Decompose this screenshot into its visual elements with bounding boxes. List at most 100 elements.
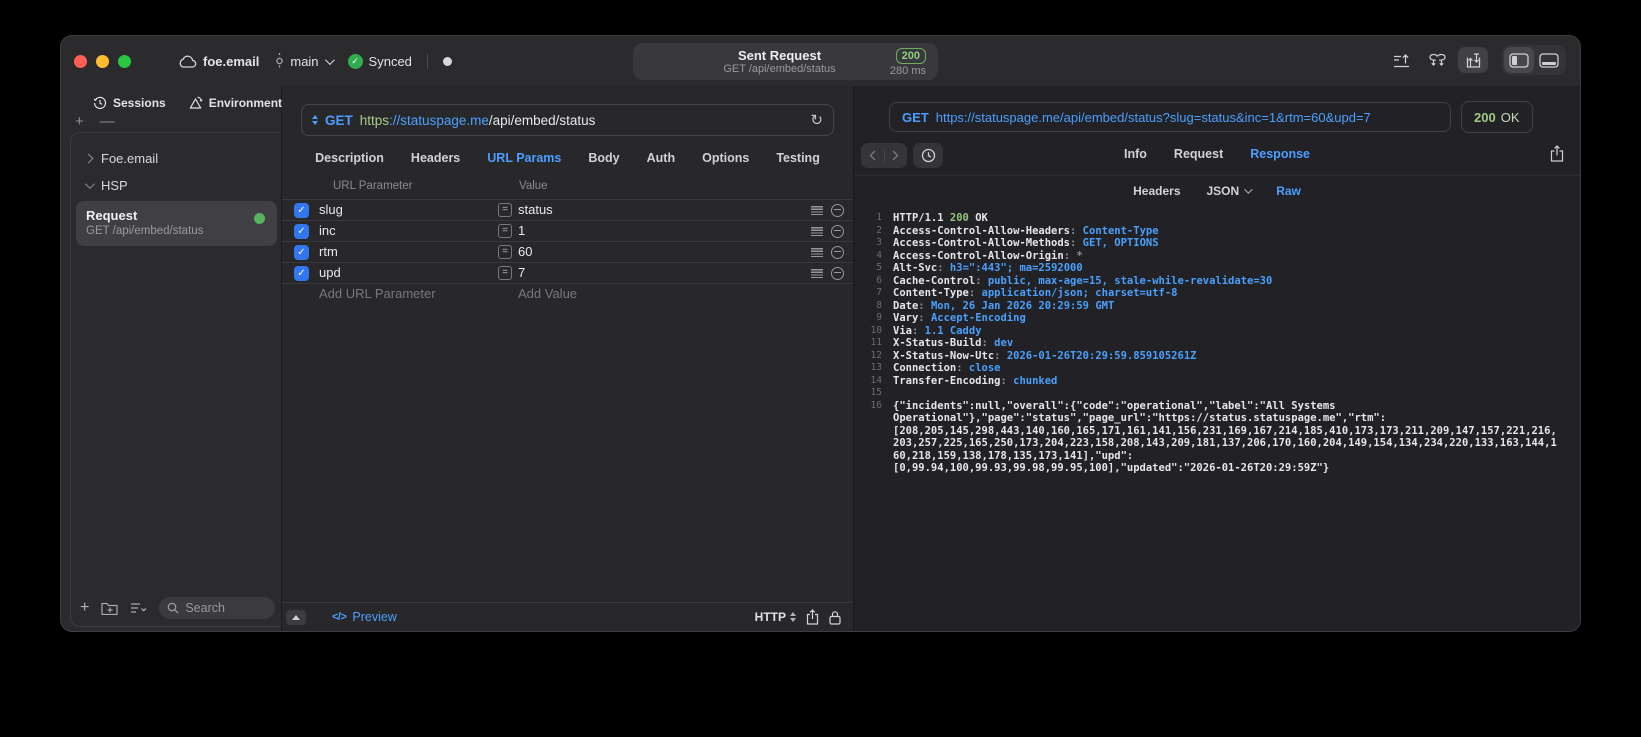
request-subtitle: GET /api/embed/status [723, 62, 836, 75]
response-status-code: 200 [1474, 109, 1496, 125]
branch-selector[interactable]: main [275, 53, 335, 69]
search-input[interactable] [159, 597, 275, 619]
protocol-selector[interactable]: HTTP [755, 610, 796, 624]
reorder-icon[interactable] [811, 247, 823, 257]
tab-sessions-label: Sessions [113, 96, 166, 110]
subtab-label: JSON [1206, 184, 1240, 198]
add-param-value-placeholder[interactable]: Add Value [518, 286, 577, 301]
code-line: 5 Alt-Svc: h3=":443"; ma=2592000 [866, 262, 1570, 275]
remove-param-icon[interactable] [831, 245, 844, 259]
project-button[interactable]: foe.email [178, 54, 259, 69]
line-content: X-Status-Now-Utc: 2026-01-26T20:29:59.85… [893, 349, 1197, 362]
tree-item-label: HSP [101, 178, 128, 193]
request-method[interactable]: GET [325, 113, 353, 128]
sidebar-search[interactable] [159, 597, 275, 619]
reorder-icon[interactable] [811, 226, 823, 236]
new-folder-button[interactable] [101, 601, 118, 615]
request-item-title: Request [86, 208, 138, 223]
minimize-window-button[interactable] [96, 54, 109, 68]
sync-status[interactable]: ✓ Synced [347, 53, 412, 69]
tab-auth[interactable]: Auth [647, 151, 675, 165]
expand-panel-button[interactable] [286, 609, 306, 625]
subtab-json[interactable]: JSON [1206, 184, 1253, 198]
tree-item-hsp[interactable]: HSP [71, 172, 281, 199]
resend-icon[interactable]: ↻ [810, 111, 823, 129]
sidebar-footer: + [71, 590, 281, 626]
new-request-button[interactable]: + [80, 600, 89, 616]
param-value-input[interactable]: 60 [518, 244, 532, 259]
tab-environments[interactable]: Environments [188, 96, 289, 110]
response-tabs: Info Request Response [1124, 147, 1310, 161]
column-url-parameter: URL Parameter [333, 180, 413, 192]
method-stepper-icon[interactable] [312, 115, 318, 125]
param-row: ✓ slug = status [282, 199, 853, 220]
param-checkbox[interactable]: ✓ [294, 223, 309, 239]
preview-button[interactable]: </> Preview [332, 610, 397, 624]
tree-item-label: Foe.email [101, 151, 159, 166]
tab-options[interactable]: Options [702, 151, 749, 165]
url-scheme: https [359, 112, 390, 128]
remove-session-button[interactable]: — [100, 114, 115, 129]
add-session-button[interactable]: + [75, 114, 84, 129]
lasso-sync-button[interactable] [1422, 47, 1452, 73]
param-checkbox[interactable]: ✓ [294, 202, 309, 218]
line-number: 16 [870, 399, 882, 411]
export-list-button[interactable] [1386, 47, 1416, 73]
param-name-input[interactable]: rtm [319, 244, 338, 259]
response-url-box[interactable]: GET https://statuspage.me/api/embed/stat… [889, 102, 1451, 132]
response-status-text: OK [1500, 109, 1520, 125]
tab-url-params[interactable]: URL Params [487, 151, 561, 165]
share-response-button[interactable] [1550, 145, 1564, 162]
toggle-sidebar-button[interactable] [1504, 47, 1534, 73]
subtab-raw[interactable]: Raw [1276, 184, 1301, 198]
subtab-label: Raw [1276, 184, 1301, 198]
tab-info[interactable]: Info [1124, 147, 1147, 161]
response-top-bar: GET https://statuspage.me/api/embed/stat… [889, 101, 1580, 133]
param-checkbox[interactable]: ✓ [294, 244, 309, 260]
lock-button[interactable] [829, 610, 841, 625]
tab-headers[interactable]: Headers [411, 151, 460, 165]
request-url-bar[interactable]: GET https://statuspage.me/api/embed/stat… [301, 104, 834, 136]
add-param-row[interactable]: Add URL Parameter Add Value [282, 283, 853, 304]
request-list-item-selected[interactable]: Request GET /api/embed/status [76, 201, 277, 246]
request-url[interactable]: https://statuspage.me/api/embed/status [360, 113, 596, 128]
param-name-input[interactable]: inc [319, 223, 336, 238]
list-view-button[interactable] [130, 602, 147, 614]
close-window-button[interactable] [74, 54, 87, 68]
param-value-input[interactable]: 1 [518, 223, 525, 238]
zoom-window-button[interactable] [118, 54, 131, 68]
remove-param-icon[interactable] [831, 266, 844, 280]
tab-description[interactable]: Description [315, 151, 384, 165]
tab-sessions[interactable]: Sessions [93, 96, 166, 110]
share-request-button[interactable] [806, 609, 819, 625]
code-line: 10 Via: 1.1 Caddy [866, 325, 1570, 338]
param-name-input[interactable]: slug [319, 202, 343, 217]
forward-button[interactable] [885, 150, 908, 161]
add-param-name-placeholder[interactable]: Add URL Parameter [319, 286, 436, 301]
remove-param-icon[interactable] [831, 203, 844, 217]
remove-param-icon[interactable] [831, 224, 844, 238]
line-number: 10 [870, 324, 882, 336]
tab-request[interactable]: Request [1174, 147, 1223, 161]
param-value-input[interactable]: status [518, 202, 553, 217]
tree-item-foe-email[interactable]: Foe.email [71, 145, 281, 172]
tab-testing[interactable]: Testing [776, 151, 820, 165]
bottom-panel-toggle-icon [1539, 52, 1559, 68]
code-line: 11 X-Status-Build: dev [866, 337, 1570, 350]
param-row: ✓ rtm = 60 [282, 241, 853, 262]
back-button[interactable] [861, 150, 884, 161]
reorder-icon[interactable] [811, 268, 823, 278]
reorder-icon[interactable] [811, 205, 823, 215]
sent-request-pill[interactable]: Sent Request GET /api/embed/status 200 2… [633, 43, 938, 80]
send-receive-button[interactable] [1458, 47, 1488, 73]
export-list-icon [1393, 53, 1410, 68]
line-number: 2 [876, 224, 882, 236]
tab-response[interactable]: Response [1250, 147, 1310, 161]
param-name-input[interactable]: upd [319, 265, 341, 280]
param-checkbox[interactable]: ✓ [294, 265, 309, 281]
history-clock-button[interactable] [913, 143, 943, 168]
tab-body[interactable]: Body [588, 151, 619, 165]
param-value-input[interactable]: 7 [518, 265, 525, 280]
toggle-bottom-panel-button[interactable] [1534, 47, 1564, 73]
subtab-headers[interactable]: Headers [1133, 184, 1180, 198]
